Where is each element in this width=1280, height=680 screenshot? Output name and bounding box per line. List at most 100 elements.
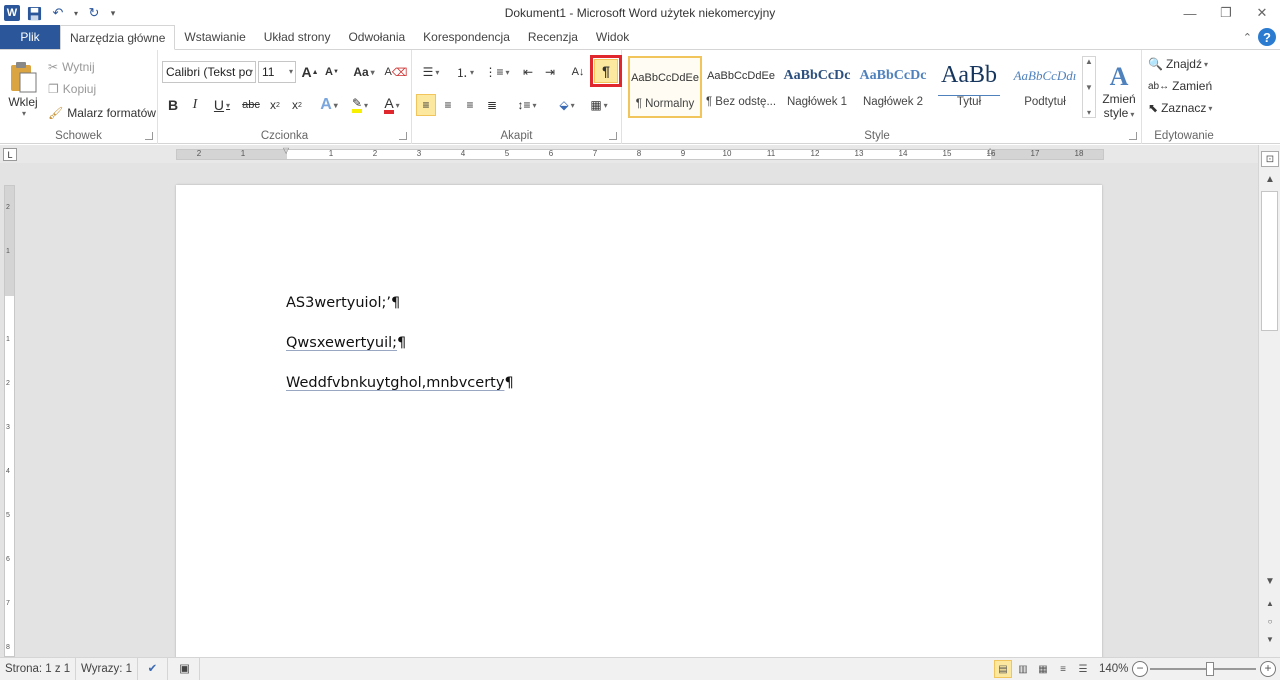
font-size-select[interactable]: 11 ▾ <box>258 61 296 83</box>
sort-icon[interactable]: A↓ <box>568 61 588 83</box>
tab-review[interactable]: Recenzja <box>519 25 587 49</box>
cut-button[interactable]: ✂ Wytnij <box>48 56 95 78</box>
word-count[interactable]: Wyrazy: 1 <box>76 658 139 680</box>
zoom-out-icon[interactable]: − <box>1132 661 1148 677</box>
clipboard-launcher-icon[interactable] <box>145 132 153 140</box>
zoom-slider-thumb[interactable] <box>1206 662 1214 676</box>
close-button[interactable]: ✕ <box>1244 0 1280 26</box>
subscript-icon[interactable]: x2 <box>266 94 284 116</box>
paragraph[interactable]: AS3wertyuiol;’¶ <box>286 295 400 311</box>
find-button[interactable]: 🔍 Znajdź ▾ <box>1148 53 1208 75</box>
tab-home[interactable]: Narzędzia główne <box>60 25 176 50</box>
minimize-button[interactable]: — <box>1172 0 1208 26</box>
undo-dropdown-icon[interactable]: ▾ <box>72 3 80 23</box>
strikethrough-icon[interactable]: abc <box>240 94 262 116</box>
increase-indent-icon[interactable]: ⇥ <box>540 61 560 83</box>
select-button[interactable]: ⬉ Zaznacz ▾ <box>1148 97 1212 119</box>
styles-up-icon[interactable]: ▲ <box>1085 57 1093 66</box>
page-count[interactable]: Strona: 1 z 1 <box>0 658 77 680</box>
font-color-icon[interactable]: A ▾ <box>378 94 406 116</box>
tab-page-layout[interactable]: Układ strony <box>255 25 340 49</box>
zoom-in-icon[interactable]: + <box>1260 661 1276 677</box>
multilevel-list-icon[interactable]: ⋮≡ ▾ <box>482 61 512 83</box>
change-case-icon[interactable]: Aa ▾ <box>350 61 378 83</box>
tab-file[interactable]: Plik <box>0 25 60 49</box>
zoom-slider[interactable] <box>1150 668 1256 670</box>
styles-more-icon[interactable]: ▾ <box>1087 108 1091 117</box>
font-launcher-icon[interactable] <box>399 132 407 140</box>
document-page[interactable]: AS3wertyuiol;’¶ Qwsxewertyuil;¶ Weddfvbn… <box>176 185 1102 657</box>
font-name-select[interactable]: Calibri (Tekst po ▾ <box>162 61 256 83</box>
horizontal-ruler[interactable]: ▽ △ 2 1 1 2 3 4 5 6 7 8 9 10 11 12 13 14 15 16 17 18 <box>176 146 1104 160</box>
highlight-icon[interactable]: ✎ ▾ <box>346 94 374 116</box>
next-page-icon[interactable]: ▼ <box>1261 631 1279 647</box>
customize-qat-icon[interactable]: ▾ <box>108 3 118 23</box>
outline-icon[interactable]: ≡ <box>1054 660 1072 678</box>
tab-mailings[interactable]: Korespondencja <box>414 25 519 49</box>
line-spacing-icon[interactable]: ↕≡ ▾ <box>512 94 542 116</box>
full-screen-reading-icon[interactable]: ▥ <box>1014 660 1032 678</box>
shading-icon[interactable]: ⬙ ▾ <box>552 94 582 116</box>
paste-button[interactable]: Wklej ▾ <box>4 54 42 124</box>
vertical-ruler[interactable]: 2 1 1 2 3 4 5 6 7 8 <box>4 185 15 657</box>
style-subtitle[interactable]: AaBbCcDdı Podtytuł <box>1008 56 1082 118</box>
align-right-icon[interactable]: ≡ <box>460 94 480 116</box>
previous-page-icon[interactable]: ▲ <box>1261 595 1279 611</box>
style-heading-2[interactable]: AaBbCcDc Nagłówek 2 <box>856 56 930 118</box>
style-no-spacing[interactable]: AaBbCcDdEe ¶ Bez odstę... <box>704 56 778 118</box>
tab-references[interactable]: Odwołania <box>339 25 414 49</box>
scroll-thumb[interactable] <box>1261 191 1278 331</box>
paragraph[interactable]: Weddfvbnkuytghol,mnbvcerty¶ <box>286 375 514 391</box>
grow-font-icon[interactable]: A ▲ <box>300 61 320 83</box>
borders-icon[interactable]: ▦ ▾ <box>584 94 614 116</box>
copy-button[interactable]: ❐ Kopiuj <box>48 78 96 100</box>
shrink-font-icon[interactable]: A ▼ <box>322 61 342 83</box>
word-logo-icon[interactable]: W <box>4 5 20 21</box>
scroll-up-icon[interactable]: ▲ <box>1261 171 1279 187</box>
minimize-ribbon-icon[interactable]: ⌃ <box>1243 31 1252 44</box>
scroll-down-icon[interactable]: ▼ <box>1261 573 1279 589</box>
align-left-icon[interactable]: ≡ <box>416 94 436 116</box>
numbering-icon[interactable]: ⒈ ▾ <box>450 61 480 83</box>
clear-formatting-icon[interactable]: A ⌫ <box>385 61 408 83</box>
ruler-toggle-icon[interactable]: ⊡ <box>1261 151 1279 167</box>
macro-icon[interactable]: ▣ <box>170 658 200 680</box>
superscript-icon[interactable]: x2 <box>288 94 306 116</box>
vertical-scrollbar[interactable]: ⊡ ▲ ▼ ▲ ○ ▼ <box>1258 145 1280 657</box>
styles-launcher-icon[interactable] <box>1129 132 1137 140</box>
align-center-icon[interactable]: ≡ <box>438 94 458 116</box>
browse-object-icon[interactable]: ○ <box>1261 613 1279 629</box>
show-formatting-marks-button[interactable]: ¶ <box>590 55 622 87</box>
format-painter-button[interactable]: 🖌 Malarz formatów <box>48 102 156 124</box>
justify-icon[interactable]: ≣ <box>482 94 502 116</box>
style-heading-1[interactable]: AaBbCcDc Nagłówek 1 <box>780 56 854 118</box>
text-effects-icon[interactable]: A ▾ <box>316 94 342 116</box>
style-title[interactable]: AaBb Tytuł <box>932 56 1006 118</box>
ruler-number: 2 <box>372 149 378 158</box>
tab-view[interactable]: Widok <box>587 25 638 49</box>
bullets-icon[interactable]: ☰ ▾ <box>416 61 446 83</box>
web-layout-icon[interactable]: ▦ <box>1034 660 1052 678</box>
zoom-level[interactable]: 140% <box>1094 658 1133 680</box>
paragraph[interactable]: Qwsxewertyuil;¶ <box>286 335 406 351</box>
undo-icon[interactable]: ↶ <box>48 3 68 23</box>
replace-button[interactable]: ab↔ Zamień <box>1148 75 1212 97</box>
tab-insert[interactable]: Wstawianie <box>175 25 254 49</box>
help-icon[interactable]: ? <box>1258 28 1276 46</box>
paragraph-launcher-icon[interactable] <box>609 132 617 140</box>
draft-icon[interactable]: ☰ <box>1074 660 1092 678</box>
restore-button[interactable]: ❐ <box>1208 0 1244 26</box>
style-normal[interactable]: AaBbCcDdEe ¶ Normalny <box>628 56 702 118</box>
styles-down-icon[interactable]: ▼ <box>1085 83 1093 92</box>
print-layout-icon[interactable]: ▤ <box>994 660 1012 678</box>
first-line-indent-marker[interactable]: ▽ <box>283 146 289 155</box>
change-styles-button[interactable]: A Zmień style ▾ <box>1100 56 1138 126</box>
italic-icon[interactable]: I <box>186 94 204 116</box>
decrease-indent-icon[interactable]: ⇤ <box>518 61 538 83</box>
tab-selector[interactable]: L <box>3 148 17 161</box>
underline-icon[interactable]: U ▾ <box>208 94 236 116</box>
bold-icon[interactable]: B <box>164 94 182 116</box>
proofing-icon[interactable]: ✔ <box>138 658 168 680</box>
save-icon[interactable] <box>24 3 44 23</box>
repeat-icon[interactable]: ↻ <box>84 3 104 23</box>
